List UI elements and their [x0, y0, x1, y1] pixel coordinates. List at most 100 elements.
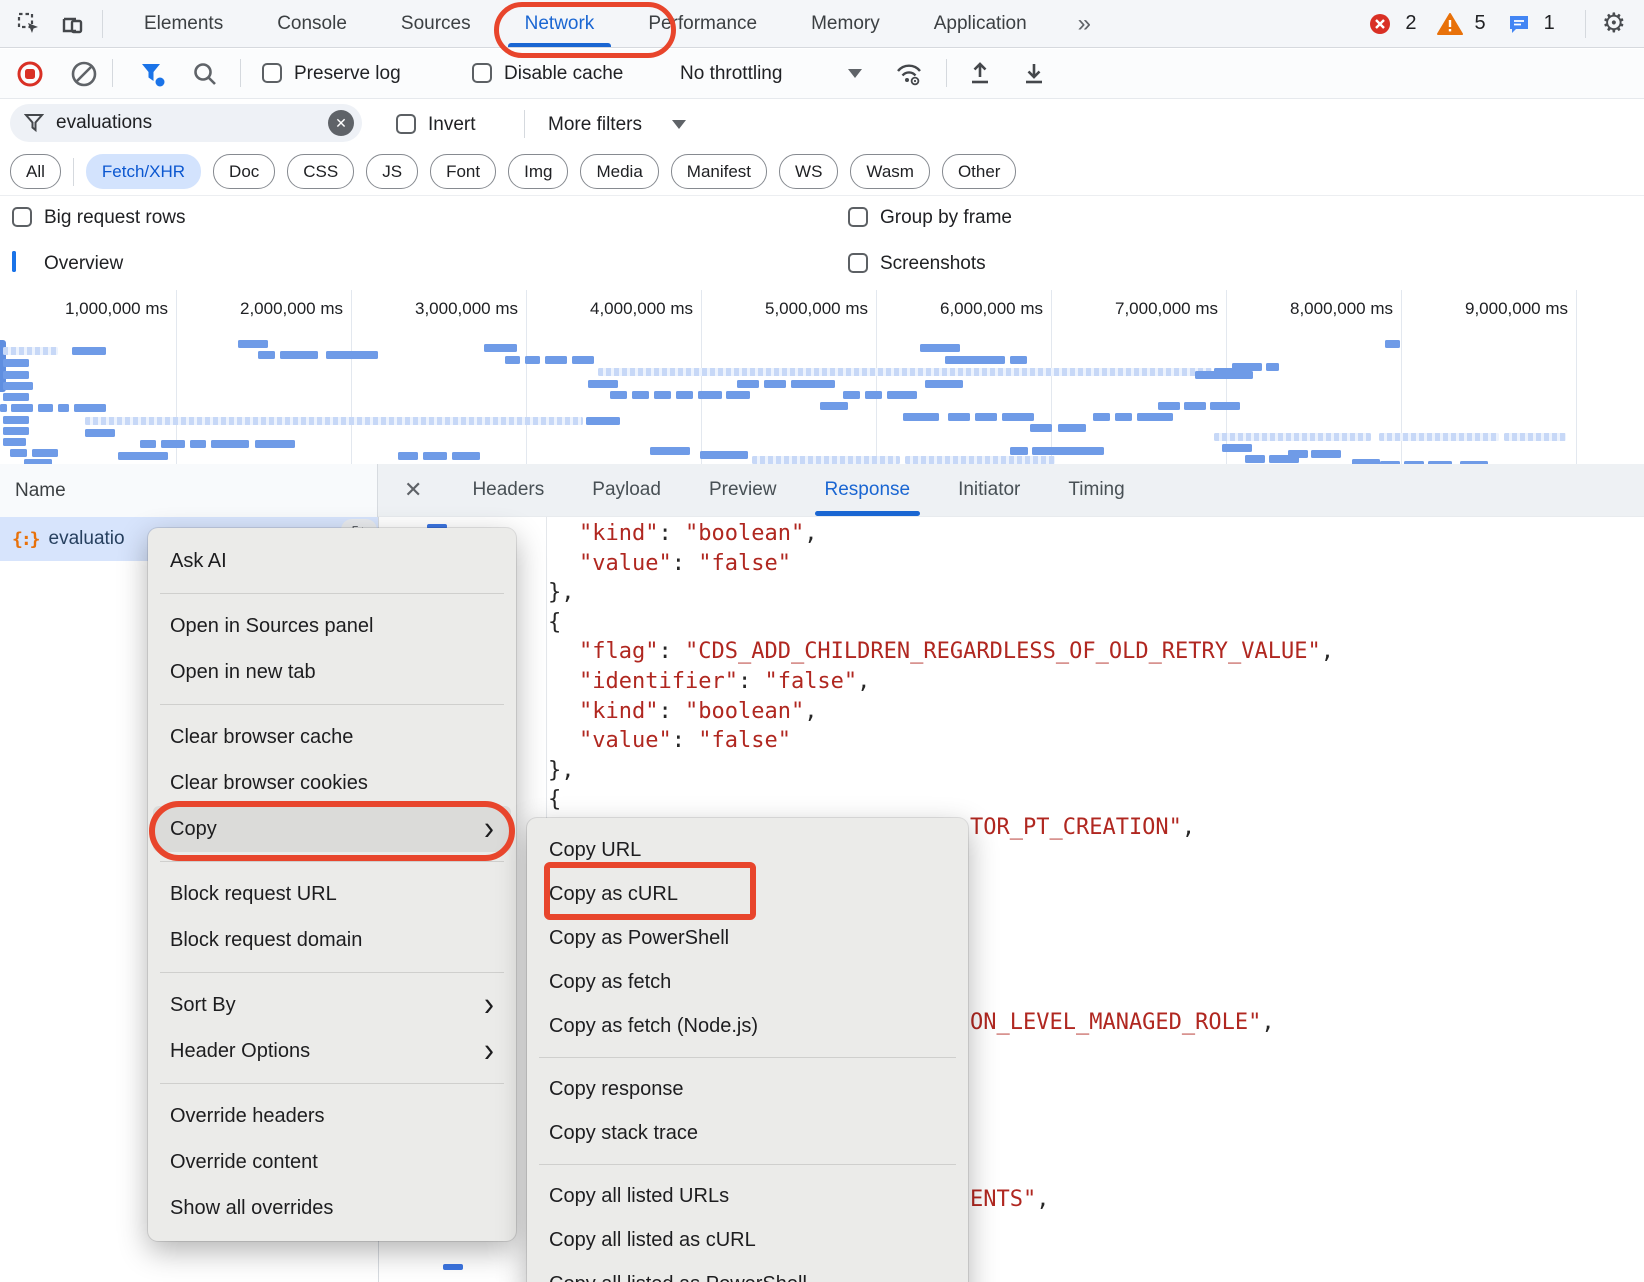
menu-item-copy-as-fetch-node-js[interactable]: Copy as fetch (Node.js) [527, 1004, 968, 1048]
chip-fetch-xhr[interactable]: Fetch/XHR [86, 154, 201, 189]
menu-item-copy-all-listed-as-curl[interactable]: Copy all listed as cURL [527, 1218, 968, 1262]
more-panels-icon[interactable]: » [1068, 10, 1101, 38]
name-column-header[interactable]: Name [15, 480, 66, 502]
response-body[interactable]: "kind": "boolean","value": "false"},{"fl… [548, 519, 1334, 815]
error-icon[interactable] [1365, 9, 1395, 39]
invert-checkbox[interactable] [396, 114, 416, 134]
tab-timing[interactable]: Timing [1044, 464, 1148, 516]
menu-item-copy-stack-trace[interactable]: Copy stack trace [527, 1111, 968, 1155]
tab-response[interactable]: Response [801, 464, 935, 516]
menu-item-open-in-sources-panel[interactable]: Open in Sources panel [148, 603, 516, 649]
menu-item-label: Ask AI [170, 550, 227, 573]
menu-item-label: Copy response [549, 1078, 684, 1101]
chip-other[interactable]: Other [942, 154, 1017, 189]
more-filters-button[interactable]: More filters [548, 114, 642, 136]
tab-elements[interactable]: Elements [117, 0, 250, 47]
json-string: "kind" [579, 699, 658, 724]
chevron-down-icon[interactable] [848, 69, 862, 78]
timeline-tick-label: 2,000,000 ms [168, 296, 343, 322]
network-conditions-icon[interactable] [894, 60, 924, 88]
menu-item-copy-all-listed-as-powershell[interactable]: Copy all listed as PowerShell [527, 1262, 968, 1282]
disable-cache-checkbox[interactable] [472, 63, 492, 83]
chip-media[interactable]: Media [580, 154, 658, 189]
menu-item-clear-browser-cookies[interactable]: Clear browser cookies [148, 760, 516, 806]
waterfall-bar [1195, 371, 1253, 379]
tab-performance[interactable]: Performance [621, 0, 784, 47]
group-by-frame-checkbox[interactable] [848, 207, 868, 227]
chip-manifest[interactable]: Manifest [671, 154, 767, 189]
menu-item-header-options[interactable]: Header Options› [148, 1028, 516, 1074]
request-table-header[interactable]: Name [0, 464, 378, 517]
menu-item-open-in-new-tab[interactable]: Open in new tab [148, 649, 516, 695]
big-request-rows-checkbox[interactable] [12, 207, 32, 227]
device-toolbar-icon[interactable] [58, 9, 88, 39]
screenshots-label: Screenshots [880, 253, 986, 275]
waterfall-bar [258, 351, 275, 359]
waterfall-bar-pending [1504, 433, 1566, 441]
settings-gear-icon[interactable]: ⚙ [1602, 10, 1626, 37]
waterfall-bar [398, 452, 418, 460]
waterfall-bar [1032, 447, 1104, 455]
clear-icon[interactable] [70, 60, 98, 88]
filter-funnel-icon[interactable] [140, 62, 166, 88]
menu-item-copy-as-curl[interactable]: Copy as cURL [527, 872, 968, 916]
tab-console[interactable]: Console [250, 0, 374, 47]
chip-wasm[interactable]: Wasm [850, 154, 930, 189]
chevron-right-icon: › [484, 812, 494, 847]
screenshots-checkbox[interactable] [848, 253, 868, 273]
tab-sources[interactable]: Sources [374, 0, 498, 47]
chip-css[interactable]: CSS [287, 154, 354, 189]
menu-item-ask-ai[interactable]: Ask AI [148, 538, 516, 584]
tab-application[interactable]: Application [907, 0, 1054, 47]
waterfall-bar [1288, 450, 1308, 458]
overview-checkbox[interactable] [12, 251, 16, 272]
filter-input[interactable]: evaluations ✕ [10, 104, 362, 142]
record-icon[interactable] [16, 60, 44, 88]
menu-item-block-request-url[interactable]: Block request URL [148, 871, 516, 917]
chip-ws[interactable]: WS [779, 154, 838, 189]
network-overview-timeline[interactable]: 1,000,000 ms2,000,000 ms3,000,000 ms4,00… [0, 290, 1644, 465]
menu-item-copy-as-fetch[interactable]: Copy as fetch [527, 960, 968, 1004]
message-icon[interactable] [1504, 9, 1534, 39]
chevron-down-icon[interactable] [672, 120, 686, 129]
tab-payload[interactable]: Payload [568, 464, 685, 516]
menu-item-override-content[interactable]: Override content [148, 1139, 516, 1185]
export-har-icon[interactable] [1020, 60, 1048, 88]
menu-item-copy-all-listed-urls[interactable]: Copy all listed URLs [527, 1174, 968, 1218]
tab-network[interactable]: Network [498, 0, 622, 47]
tab-memory[interactable]: Memory [784, 0, 907, 47]
menu-item-sort-by[interactable]: Sort By› [148, 982, 516, 1028]
chip-font[interactable]: Font [430, 154, 496, 189]
menu-item-override-headers[interactable]: Override headers [148, 1093, 516, 1139]
tab-preview[interactable]: Preview [685, 464, 801, 516]
throttling-select[interactable]: No throttling [680, 63, 782, 85]
json-punctuation: }, [548, 758, 575, 783]
waterfall-bar [11, 404, 33, 412]
waterfall-bar [452, 452, 480, 460]
scroll-marker [443, 1264, 463, 1270]
preserve-log-checkbox[interactable] [262, 63, 282, 83]
warning-icon[interactable] [1435, 9, 1465, 39]
clear-filter-icon[interactable]: ✕ [328, 110, 354, 136]
chip-all[interactable]: All [10, 154, 61, 189]
waterfall-bar [1002, 413, 1034, 421]
chip-img[interactable]: Img [508, 154, 568, 189]
search-icon[interactable] [192, 61, 218, 87]
chip-doc[interactable]: Doc [213, 154, 275, 189]
tab-initiator[interactable]: Initiator [934, 464, 1044, 516]
menu-item-block-request-domain[interactable]: Block request domain [148, 917, 516, 963]
menu-item-copy-as-powershell[interactable]: Copy as PowerShell [527, 916, 968, 960]
menu-item-copy-url[interactable]: Copy URL [527, 828, 968, 872]
inspect-icon[interactable] [14, 9, 44, 39]
waterfall-bar [1115, 413, 1132, 421]
waterfall-bar [3, 438, 26, 446]
menu-item-copy-response[interactable]: Copy response [527, 1067, 968, 1111]
tab-headers[interactable]: Headers [448, 464, 568, 516]
menu-item-show-all-overrides[interactable]: Show all overrides [148, 1185, 516, 1231]
menu-item-clear-browser-cache[interactable]: Clear browser cache [148, 714, 516, 760]
menu-item-copy[interactable]: Copy› [153, 806, 511, 852]
close-icon[interactable]: ✕ [404, 477, 422, 503]
network-options: Big request rows Group by frame Overview… [0, 196, 1644, 291]
import-har-icon[interactable] [966, 60, 994, 88]
chip-js[interactable]: JS [366, 154, 418, 189]
